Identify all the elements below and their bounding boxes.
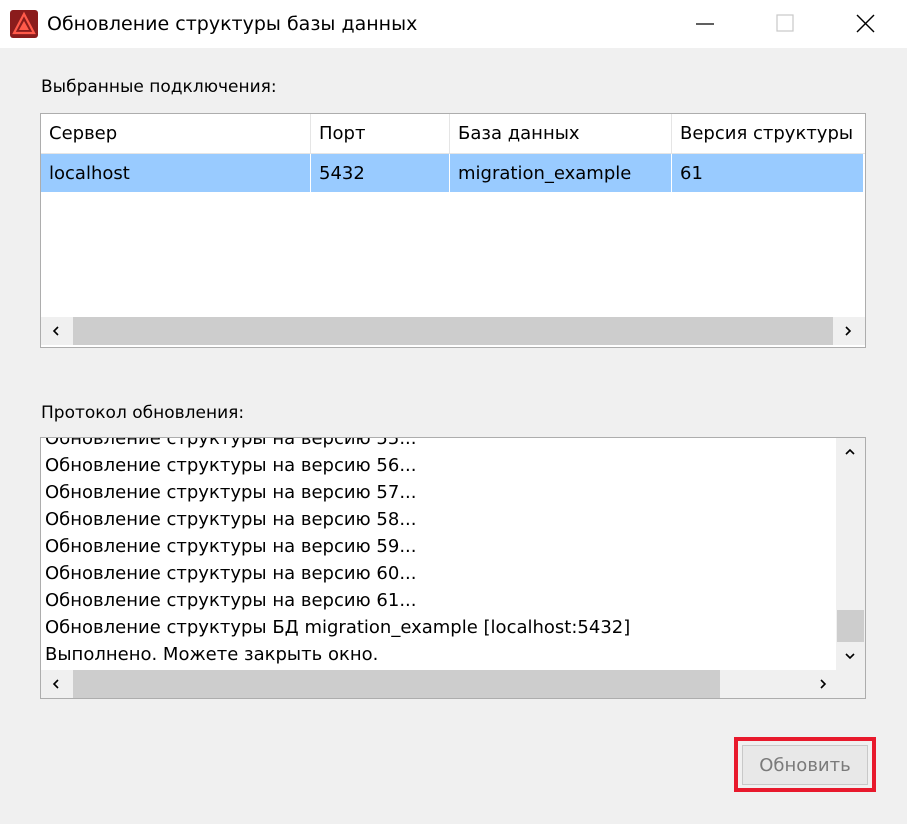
cell-version: 61 [680,162,703,184]
connections-grid[interactable]: Сервер Порт База данных Версия структуры… [40,113,866,348]
app-logo-icon [10,10,38,38]
minimize-button[interactable] [676,0,736,48]
chevron-right-icon [845,326,852,336]
scrollbar-thumb[interactable] [837,610,864,642]
close-icon [856,14,875,33]
chevron-right-icon [820,679,827,689]
chevron-left-icon [52,679,59,689]
column-header-server[interactable]: Сервер [41,114,311,153]
window-title: Обновление структуры базы данных [47,13,418,35]
grid-header: Сервер Порт База данных Версия структуры [41,114,865,154]
maximize-icon [776,14,794,32]
scroll-left-button[interactable] [41,670,73,698]
cell-port: 5432 [311,154,450,192]
cell-server: localhost [41,154,311,192]
log-lines: Обновление структуры на версию 55... Обн… [41,438,836,670]
log-line: Обновление структуры на версию 60... [45,563,417,584]
table-row[interactable]: localhost 5432 migration_example 61 [41,154,863,192]
scroll-down-button[interactable] [836,642,865,670]
scrollbar-thumb[interactable] [73,670,720,698]
log-vertical-scrollbar[interactable] [836,438,865,670]
scroll-up-button[interactable] [836,438,865,466]
log-line: Обновление структуры на версию 57... [45,482,417,503]
column-header-version[interactable]: Версия структуры [672,114,865,153]
chevron-left-icon [52,326,59,336]
connections-horizontal-scrollbar[interactable] [41,317,865,345]
title-bar: Обновление структуры базы данных [0,0,907,48]
update-log[interactable]: Обновление структуры на версию 55... Обн… [40,437,866,699]
connections-label: Выбранные подключения: [41,77,277,97]
log-line: Обновление структуры на версию 59... [45,536,417,557]
column-header-database[interactable]: База данных [450,114,672,153]
log-horizontal-scrollbar[interactable] [41,670,836,698]
log-line: Обновление структуры на версию 56... [45,455,417,476]
log-line: Обновление структуры на версию 55... [45,438,417,449]
log-label: Протокол обновления: [41,403,245,423]
scrollbar-thumb[interactable] [73,317,833,345]
maximize-button [756,0,816,48]
log-line: Выполнено. Можете закрыть окно. [45,644,379,665]
chevron-up-icon [845,448,855,455]
update-button[interactable]: Обновить [742,745,868,785]
log-line: Обновление структуры БД migration_exampl… [45,617,631,638]
scroll-right-button[interactable] [833,317,865,345]
log-line: Обновление структуры на версию 61... [45,590,417,611]
minimize-icon [696,23,714,25]
scrollbar-corner [836,670,865,698]
log-line: Обновление структуры на версию 58... [45,509,417,530]
chevron-down-icon [845,653,855,660]
close-button[interactable] [836,0,896,48]
column-header-port[interactable]: Порт [311,114,450,153]
cell-database: migration_example [450,154,672,192]
scroll-left-button[interactable] [41,317,73,345]
